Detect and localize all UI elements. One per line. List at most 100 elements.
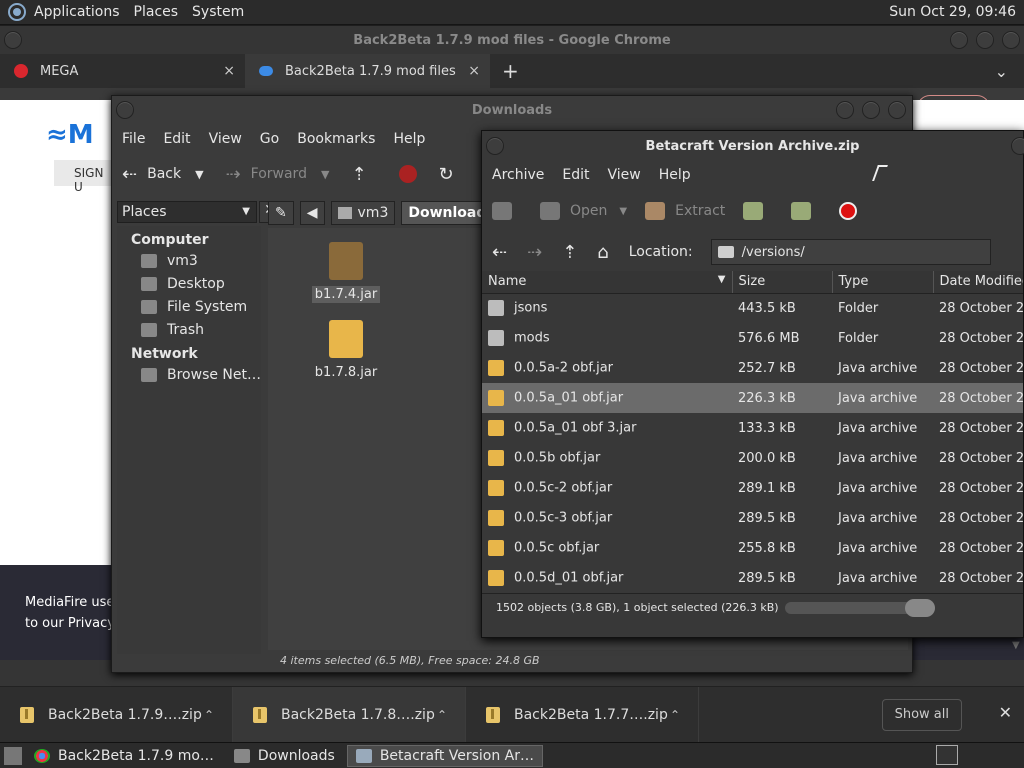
open-button[interactable]: Open ▼ xyxy=(540,202,627,220)
gnome-foot-icon[interactable] xyxy=(8,3,26,21)
places-menu[interactable]: Places xyxy=(134,4,179,20)
close-window-button[interactable] xyxy=(1002,31,1020,49)
menu-go[interactable]: Go xyxy=(260,131,279,147)
signup-button[interactable]: SIGN U xyxy=(54,160,114,194)
home-icon[interactable]: ⌂ xyxy=(597,242,608,263)
up-arrow-icon[interactable]: ⇡ xyxy=(562,242,577,263)
show-desktop-icon[interactable] xyxy=(4,746,22,765)
reload-button[interactable]: ↻ xyxy=(439,164,464,185)
sidebar-item-desktop[interactable]: Desktop xyxy=(117,271,261,294)
file-name: jsons xyxy=(514,300,548,316)
show-all-button[interactable]: Show all xyxy=(881,699,962,731)
back-button[interactable]: ⇠ Back ▼ xyxy=(122,164,204,185)
table-row[interactable]: 0.0.5a_01 obf 3.jar 133.3 kB Java archive 2… xyxy=(482,413,1023,443)
menu-file[interactable]: File xyxy=(122,131,145,147)
sidebar-item-vm3[interactable]: vm3 xyxy=(117,248,261,271)
file-icon-item[interactable]: b1.7.8.jar xyxy=(306,320,386,381)
chevron-down-icon[interactable]: ▼ xyxy=(195,168,203,181)
up-button[interactable]: ⇡ xyxy=(351,164,376,185)
tab-search-icon[interactable]: ⌄ xyxy=(995,62,1008,81)
download-item[interactable]: Back2Beta 1.7.7….zip ⌃ xyxy=(466,686,699,743)
chevron-up-icon[interactable]: ⌃ xyxy=(437,708,447,722)
workspace-switcher[interactable] xyxy=(936,745,958,765)
chevron-up-icon[interactable]: ⌃ xyxy=(670,708,680,722)
menu-help[interactable]: Help xyxy=(393,131,425,147)
maximize-button[interactable] xyxy=(976,31,994,49)
places-dropdown[interactable]: Places ▼ xyxy=(117,201,257,223)
close-window-button[interactable] xyxy=(888,101,906,119)
chevron-down-icon[interactable]: ▼ xyxy=(619,206,627,217)
stop-button[interactable] xyxy=(839,202,858,220)
taskbar-item-downloads[interactable]: Downloads xyxy=(226,745,343,767)
taskbar-item-archive[interactable]: Betacraft Version Ar… xyxy=(346,744,544,767)
forward-button[interactable]: ⇢ Forward ▼ xyxy=(226,164,330,185)
close-tab-icon[interactable]: × xyxy=(223,63,235,79)
table-row[interactable]: 0.0.5c-2 obf.jar 289.1 kB Java archive 28 O… xyxy=(482,473,1023,503)
column-header-date[interactable]: Date Modified xyxy=(933,271,1023,294)
file-icon-item[interactable]: b1.7.4.jar xyxy=(306,242,386,303)
path-item-vm3[interactable]: vm3 xyxy=(330,201,396,225)
chevron-up-icon[interactable]: ⌃ xyxy=(204,708,214,722)
new-tab-button[interactable]: + xyxy=(502,59,519,83)
menu-view[interactable]: View xyxy=(209,131,242,147)
stop-button[interactable] xyxy=(398,165,417,183)
mediafire-logo[interactable]: ≈M xyxy=(46,120,94,150)
sidebar-item-trash[interactable]: Trash xyxy=(117,317,261,340)
menu-help[interactable]: Help xyxy=(659,167,691,183)
applications-menu[interactable]: Applications xyxy=(34,4,120,20)
table-row[interactable]: 0.0.5a-2 obf.jar 252.7 kB Java archive 28 O… xyxy=(482,353,1023,383)
chrome-titlebar[interactable]: Back2Beta 1.7.9 mod files - Google Chrom… xyxy=(0,26,1024,54)
add-folder-button[interactable] xyxy=(791,202,821,220)
bottom-panel: Back2Beta 1.7.9 mo… Downloads Betacraft … xyxy=(0,742,1024,768)
close-tab-icon[interactable]: × xyxy=(468,63,480,79)
table-row[interactable]: jsons 443.5 kB Folder 28 October 202 xyxy=(482,293,1023,323)
new-archive-button[interactable] xyxy=(492,202,522,220)
column-header-type[interactable]: Type xyxy=(832,271,934,294)
table-row[interactable]: 0.0.5a_01 obf.jar 226.3 kB Java archive 28 … xyxy=(482,383,1023,413)
table-row[interactable]: 0.0.5c obf.jar 255.8 kB Java archive 28 Oct… xyxy=(482,533,1023,563)
column-header-size[interactable]: Size xyxy=(732,271,833,294)
scroll-down-arrow-icon[interactable]: ▼ xyxy=(1012,640,1020,651)
taskbar-item-chrome[interactable]: Back2Beta 1.7.9 mo… xyxy=(26,745,222,767)
menu-bookmarks[interactable]: Bookmarks xyxy=(297,131,375,147)
window-menu-button[interactable] xyxy=(4,31,22,49)
table-row[interactable]: 0.0.5d_01 obf.jar 289.5 kB Java archive 28 … xyxy=(482,563,1023,593)
window-menu-button[interactable] xyxy=(486,137,504,155)
tab-mega[interactable]: MEGA × xyxy=(0,54,245,88)
scrollbar-thumb[interactable] xyxy=(904,598,935,617)
menu-edit[interactable]: Edit xyxy=(163,131,190,147)
maximize-button[interactable] xyxy=(862,101,880,119)
location-field[interactable]: /versions/ xyxy=(710,239,991,265)
minimize-button[interactable] xyxy=(836,101,854,119)
horizontal-scrollbar[interactable] xyxy=(784,598,935,617)
sidebar-item-filesystem[interactable]: File System xyxy=(117,294,261,317)
back-arrow-icon[interactable]: ⇠ xyxy=(492,242,507,263)
window-menu-button[interactable] xyxy=(116,101,134,119)
home-icon xyxy=(337,207,352,219)
edit-location-icon[interactable]: ✎ xyxy=(268,201,294,225)
menu-view[interactable]: View xyxy=(608,167,641,183)
nautilus-titlebar[interactable]: Downloads xyxy=(112,96,912,124)
table-row[interactable]: mods 576.6 MB Folder 28 October 202 xyxy=(482,323,1023,353)
table-row[interactable]: 0.0.5c-3 obf.jar 289.5 kB Java archive 28 O… xyxy=(482,503,1023,533)
download-item[interactable]: Back2Beta 1.7.9….zip ⌃ xyxy=(0,686,233,743)
archive-titlebar[interactable]: Betacraft Version Archive.zip xyxy=(482,131,1024,161)
minimize-button[interactable] xyxy=(950,31,968,49)
menu-edit[interactable]: Edit xyxy=(562,167,589,183)
forward-arrow-icon[interactable]: ⇢ xyxy=(527,242,542,263)
close-downloads-bar-icon[interactable]: ✕ xyxy=(999,703,1012,722)
tab-back2beta[interactable]: Back2Beta 1.7.9 mod files × xyxy=(245,54,490,88)
add-files-button[interactable] xyxy=(743,202,773,220)
column-header-name[interactable]: Name ▼ xyxy=(482,271,733,294)
chevron-down-icon[interactable]: ▼ xyxy=(321,168,329,181)
minimize-button[interactable] xyxy=(1011,137,1024,155)
system-menu[interactable]: System xyxy=(192,4,244,20)
clock[interactable]: Sun Oct 29, 09:46 xyxy=(889,4,1016,20)
download-item[interactable]: Back2Beta 1.7.8….zip ⌃ xyxy=(233,686,466,743)
table-row[interactable]: 0.0.5b obf.jar 200.0 kB Java archive 28 Oct… xyxy=(482,443,1023,473)
cell-type: Java archive xyxy=(838,450,918,466)
path-left-arrow-icon[interactable]: ◀ xyxy=(299,201,325,225)
menu-archive[interactable]: Archive xyxy=(492,167,544,183)
extract-button[interactable]: Extract xyxy=(645,202,725,220)
sidebar-item-browse-network[interactable]: Browse Net… xyxy=(117,362,261,385)
